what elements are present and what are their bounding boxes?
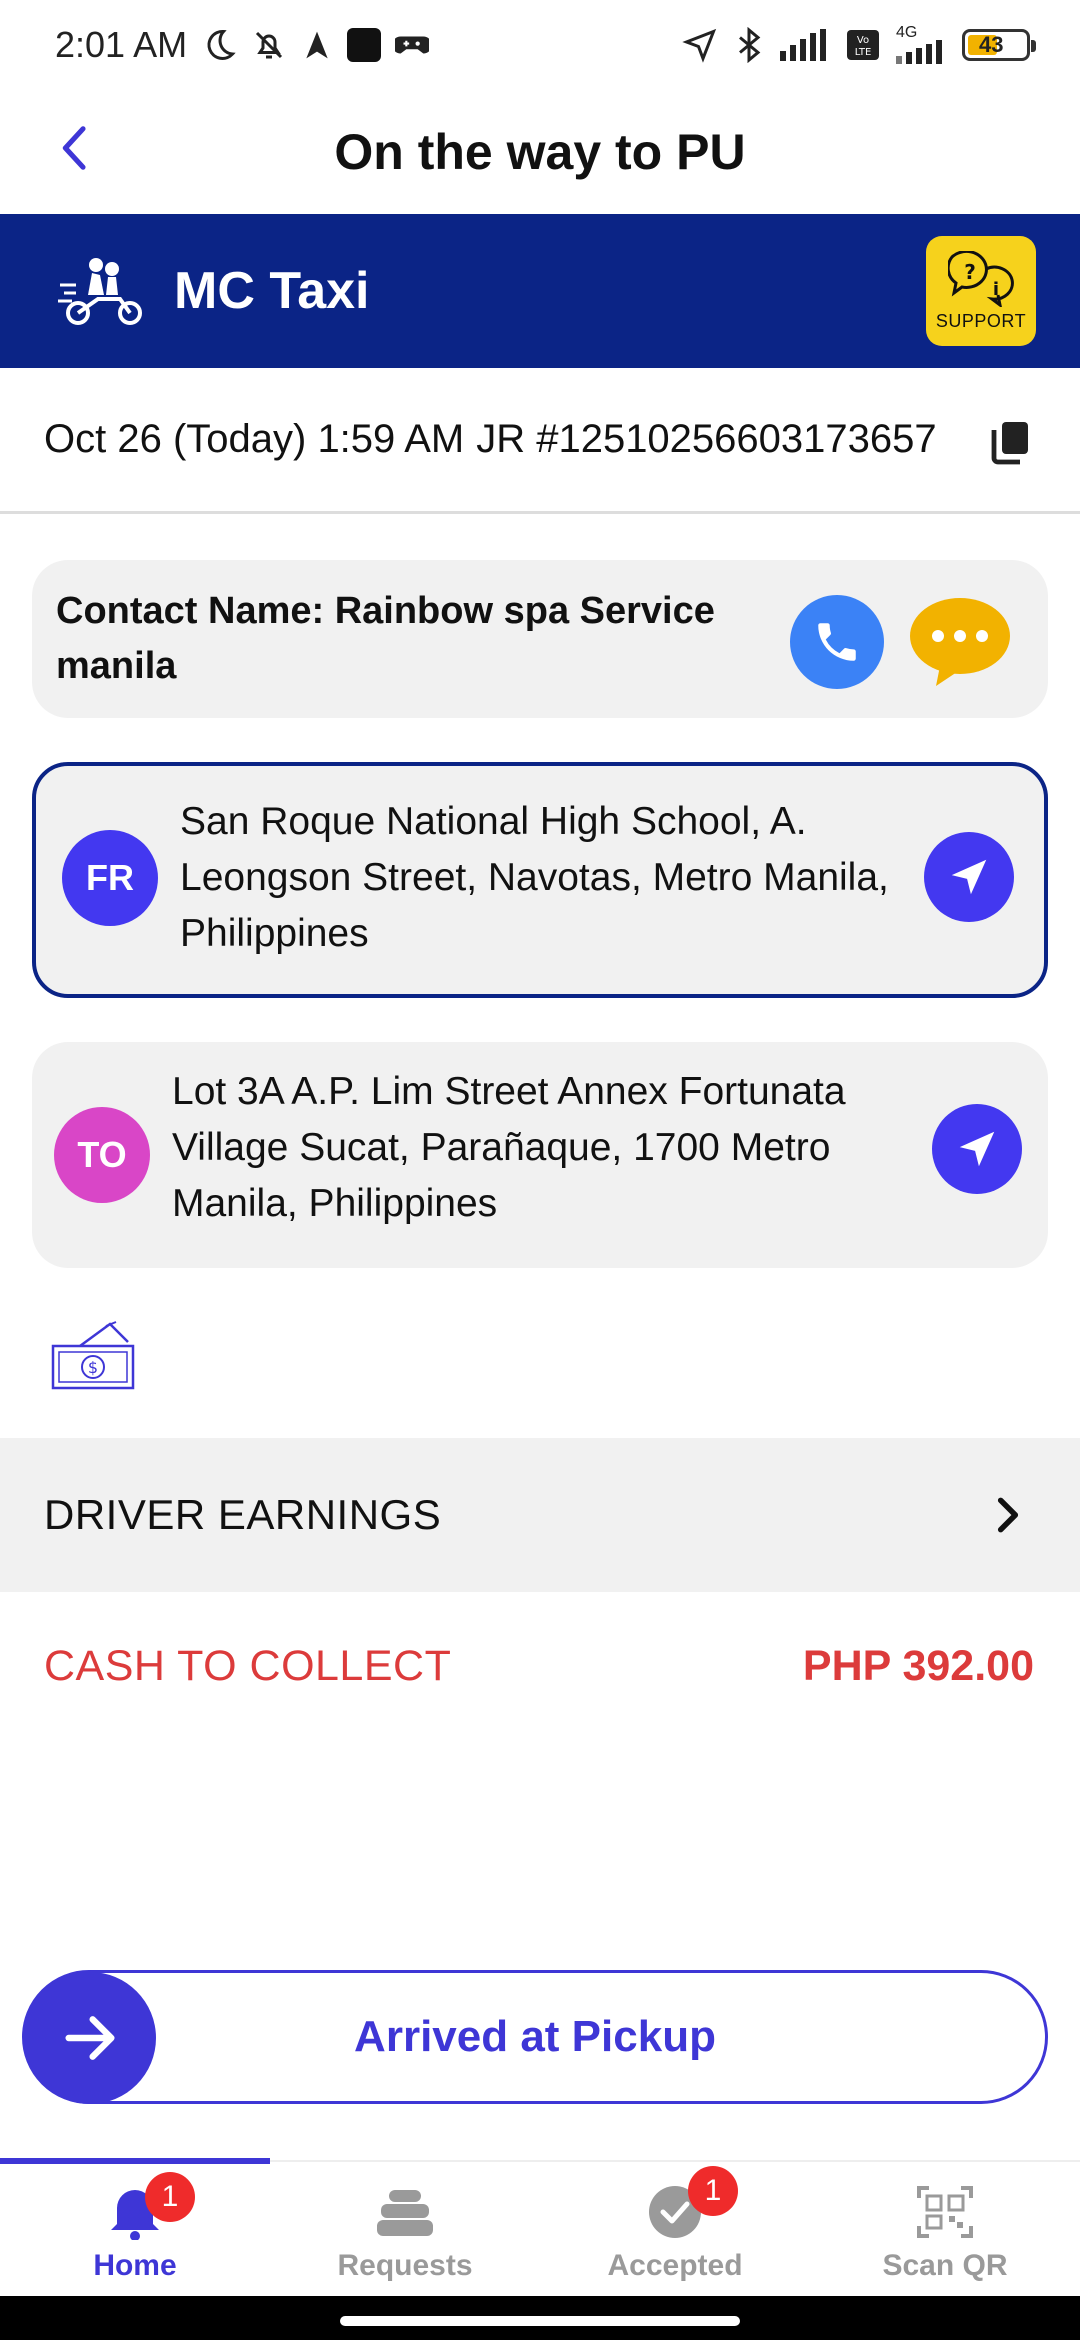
- nav-home-label: Home: [93, 2249, 177, 2282]
- service-banner: MC Taxi ? i SUPPORT: [0, 214, 1080, 368]
- svg-text:Vo: Vo: [857, 35, 869, 46]
- back-button[interactable]: [45, 118, 105, 178]
- trip-datetime: Oct 26 (Today) 1:59 AM: [44, 417, 465, 461]
- chat-button[interactable]: [910, 596, 1010, 686]
- phone-icon: [818, 623, 856, 661]
- page-title: On the way to PU: [334, 124, 746, 180]
- chevron-right-icon: [997, 1497, 1019, 1533]
- copy-button[interactable]: [988, 418, 1032, 466]
- job-reference: JR #12510256603173657: [476, 417, 937, 461]
- qr-code-icon: [917, 2186, 973, 2238]
- dropoff-navigate-button[interactable]: [932, 1104, 1022, 1194]
- dropoff-badge: TO: [54, 1107, 150, 1203]
- trip-info-row: Oct 26 (Today) 1:59 AM JR #12510256603173…: [0, 368, 1080, 514]
- status-right: Vo LTE 4G 43: [682, 24, 1036, 64]
- slide-handle[interactable]: [24, 1972, 156, 2104]
- status-time: 2:01 AM: [55, 24, 188, 65]
- bell-off-icon: [256, 31, 283, 59]
- battery-level: 43: [979, 32, 1004, 57]
- home-badge: 1: [145, 2172, 195, 2222]
- navigate-arrow-icon: [959, 1131, 995, 1167]
- arrived-at-pickup-button[interactable]: Arrived at Pickup: [22, 1970, 1048, 2104]
- pickup-badge: FR: [62, 830, 158, 926]
- status-left: 2:01 AM: [55, 24, 430, 66]
- bluetooth-icon: [739, 27, 761, 63]
- navigation-arrow-icon: [306, 31, 328, 59]
- volte-icon: VoLTE: [847, 30, 879, 60]
- nav-accepted-label: Accepted: [607, 2249, 743, 2282]
- message-icon: [910, 598, 1010, 686]
- pickup-address: San Roque National High School, A. Leong…: [180, 800, 889, 955]
- driver-earnings-label: DRIVER EARNINGS: [44, 1491, 442, 1538]
- location-arrow-icon: [682, 28, 717, 63]
- home-indicator[interactable]: [340, 2316, 740, 2326]
- pickup-navigate-button[interactable]: [924, 832, 1014, 922]
- signal-4g-icon: [896, 40, 942, 64]
- cash-label: CASH TO COLLECT: [44, 1641, 452, 1690]
- stack-icon: [377, 2190, 433, 2236]
- cash-amount: PHP 392.00: [802, 1641, 1034, 1690]
- nav-scan-qr-label: Scan QR: [882, 2249, 1008, 2282]
- nav-home[interactable]: 1 Home: [0, 2162, 270, 2297]
- app-header: On the way to PU: [0, 90, 1080, 214]
- nav-requests[interactable]: Requests: [270, 2162, 540, 2297]
- support-chat-icon: ? i: [948, 250, 1014, 307]
- pickup-card: FR San Roque National High School, A. Le…: [32, 762, 1048, 998]
- copy-icon: [991, 422, 1028, 465]
- battery-icon: 43: [962, 29, 1036, 61]
- bottom-navigation: 1 Home Requests 1 Accepted Scan QR: [0, 2158, 1080, 2297]
- dropoff-card: TO Lot 3A A.P. Lim Street Annex Fortunat…: [32, 1042, 1048, 1268]
- dropoff-address: Lot 3A A.P. Lim Street Annex Fortunata V…: [172, 1070, 846, 1225]
- accepted-badge: 1: [688, 2166, 738, 2216]
- cash-icon: $: [51, 1321, 135, 1390]
- nav-requests-label: Requests: [337, 2249, 473, 2282]
- contact-name: Contact Name: Rainbow spa Service manila: [56, 590, 715, 687]
- contact-card: Contact Name: Rainbow spa Service manila: [32, 560, 1048, 718]
- svg-text:$: $: [88, 1358, 98, 1377]
- chevron-left-icon: [62, 126, 86, 170]
- app-square-icon: [347, 28, 382, 62]
- driver-earnings-row[interactable]: DRIVER EARNINGS: [0, 1438, 1080, 1592]
- moon-icon: [207, 29, 236, 60]
- cash-to-collect-row: CASH TO COLLECT PHP 392.00: [0, 1620, 1080, 1712]
- arrived-at-pickup-label: Arrived at Pickup: [354, 2012, 716, 2061]
- support-button[interactable]: ? i SUPPORT: [926, 236, 1036, 346]
- nav-scan-qr[interactable]: Scan QR: [810, 2162, 1080, 2297]
- status-bar: 2:01 AM Vo LTE 4G 43: [0, 0, 1080, 90]
- support-label: SUPPORT: [935, 310, 1027, 331]
- service-name: MC Taxi: [174, 262, 370, 320]
- gamepad-icon: [395, 36, 430, 54]
- trip-info: Oct 26 (Today) 1:59 AM JR #12510256603173…: [44, 417, 937, 462]
- arrow-right-icon: [65, 2016, 115, 2060]
- motorcycle-taxi-icon: [58, 258, 142, 325]
- svg-text:?: ?: [964, 260, 976, 284]
- signal-icon: [780, 29, 826, 61]
- network-type: 4G: [896, 24, 918, 41]
- svg-text:LTE: LTE: [855, 47, 872, 58]
- navigate-arrow-icon: [951, 859, 987, 895]
- call-button[interactable]: [790, 595, 884, 689]
- svg-text:i: i: [993, 279, 999, 300]
- nav-accepted[interactable]: 1 Accepted: [540, 2162, 810, 2297]
